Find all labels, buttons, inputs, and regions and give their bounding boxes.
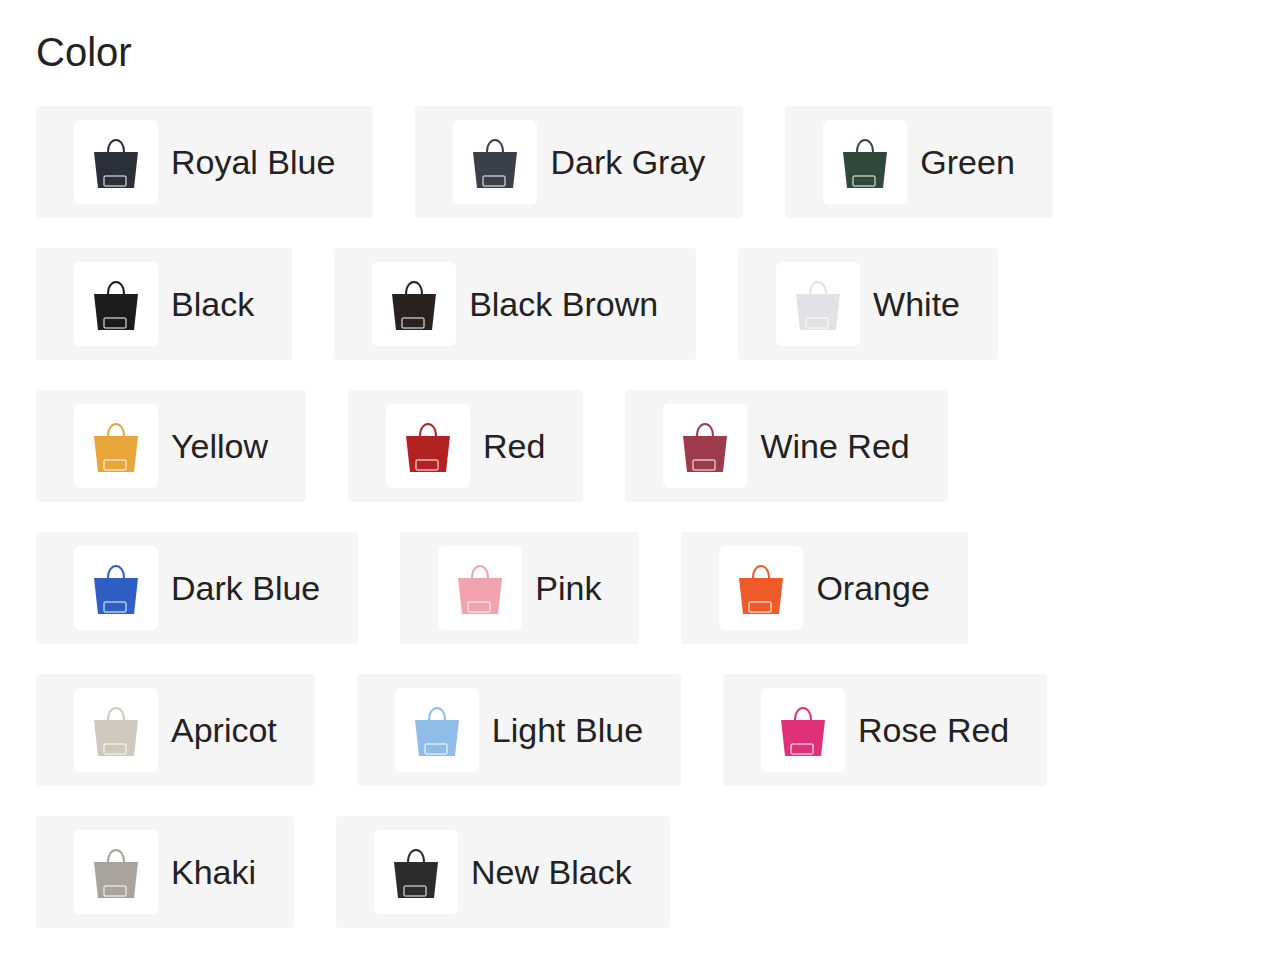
option-label: Dark Gray [550, 142, 705, 183]
color-option[interactable]: Royal Blue [36, 106, 373, 218]
color-option[interactable]: Pink [400, 532, 639, 644]
option-label: Black Brown [469, 284, 658, 325]
tote-bag-icon [448, 556, 512, 620]
color-option[interactable]: Dark Blue [36, 532, 358, 644]
color-selector: Color Royal Blue Dark Gray Green Black Black … [0, 0, 1284, 974]
option-thumbnail [438, 546, 522, 630]
tote-bag-icon [84, 556, 148, 620]
tote-bag-icon [771, 698, 835, 762]
color-option[interactable]: Black Brown [334, 248, 696, 360]
tote-bag-icon [833, 130, 897, 194]
color-option[interactable]: Red [348, 390, 583, 502]
color-option[interactable]: Khaki [36, 816, 294, 928]
tote-bag-icon [84, 414, 148, 478]
tote-bag-icon [84, 698, 148, 762]
option-thumbnail [453, 120, 537, 204]
option-thumbnail [395, 688, 479, 772]
option-thumbnail [719, 546, 803, 630]
tote-bag-icon [84, 272, 148, 336]
option-label: New Black [471, 852, 632, 893]
option-label: Black [171, 284, 254, 325]
tote-bag-icon [673, 414, 737, 478]
option-row: Dark Blue Pink Orange [36, 532, 1284, 644]
tote-bag-icon [405, 698, 469, 762]
tote-bag-icon [382, 272, 446, 336]
option-thumbnail [663, 404, 747, 488]
option-label: Apricot [171, 710, 277, 751]
option-label: Pink [535, 568, 601, 609]
tote-bag-icon [729, 556, 793, 620]
section-title: Color [36, 28, 1284, 76]
option-thumbnail [74, 262, 158, 346]
color-option[interactable]: White [738, 248, 998, 360]
option-thumbnail [776, 262, 860, 346]
color-option[interactable]: Wine Red [625, 390, 947, 502]
option-thumbnail [74, 688, 158, 772]
option-label: Yellow [171, 426, 268, 467]
option-label: Rose Red [858, 710, 1009, 751]
option-row: Royal Blue Dark Gray Green [36, 106, 1284, 218]
option-label: Red [483, 426, 545, 467]
tote-bag-icon [384, 840, 448, 904]
option-label: Light Blue [492, 710, 643, 751]
option-grid: Royal Blue Dark Gray Green Black Black Brown… [36, 106, 1284, 928]
color-option[interactable]: Apricot [36, 674, 315, 786]
option-thumbnail [74, 404, 158, 488]
color-option[interactable]: Yellow [36, 390, 306, 502]
option-thumbnail [386, 404, 470, 488]
tote-bag-icon [463, 130, 527, 194]
tote-bag-icon [84, 130, 148, 194]
color-option[interactable]: Orange [681, 532, 967, 644]
option-row: Apricot Light Blue Rose Red [36, 674, 1284, 786]
option-label: Khaki [171, 852, 256, 893]
option-thumbnail [74, 546, 158, 630]
option-thumbnail [374, 830, 458, 914]
tote-bag-icon [84, 840, 148, 904]
color-option[interactable]: Rose Red [723, 674, 1047, 786]
option-thumbnail [761, 688, 845, 772]
option-label: Royal Blue [171, 142, 335, 183]
option-label: Orange [816, 568, 929, 609]
option-label: Wine Red [760, 426, 909, 467]
color-option[interactable]: Light Blue [357, 674, 681, 786]
option-row: Khaki New Black [36, 816, 1284, 928]
option-row: Black Black Brown White [36, 248, 1284, 360]
tote-bag-icon [786, 272, 850, 336]
option-label: Dark Blue [171, 568, 320, 609]
color-option[interactable]: New Black [336, 816, 670, 928]
color-option[interactable]: Dark Gray [415, 106, 743, 218]
option-row: Yellow Red Wine Red [36, 390, 1284, 502]
option-thumbnail [74, 120, 158, 204]
color-option[interactable]: Black [36, 248, 292, 360]
option-label: Green [920, 142, 1015, 183]
option-thumbnail [823, 120, 907, 204]
option-thumbnail [74, 830, 158, 914]
option-label: White [873, 284, 960, 325]
tote-bag-icon [396, 414, 460, 478]
option-thumbnail [372, 262, 456, 346]
color-option[interactable]: Green [785, 106, 1053, 218]
